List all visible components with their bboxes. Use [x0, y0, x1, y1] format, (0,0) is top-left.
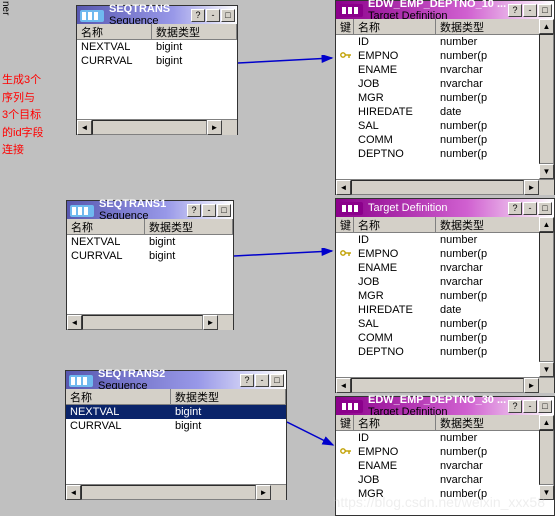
- scroll-down-icon: ▼: [539, 164, 554, 179]
- help-button[interactable]: ?: [187, 204, 201, 217]
- minimize-button[interactable]: -: [255, 374, 269, 387]
- table-row[interactable]: EMPNOnumber(p: [336, 445, 554, 459]
- table-body[interactable]: NEXTVALbigint CURRVALbigint: [67, 235, 233, 263]
- table-row[interactable]: IDnumber: [336, 431, 554, 445]
- table-body[interactable]: IDnumberEMPNOnumber(pENAMEnvarcharJOBnva…: [336, 35, 554, 161]
- v-scrollbar[interactable]: ▲▼: [539, 19, 554, 179]
- sequence-window-0[interactable]: SEQTRANSSequence ?-□ 名称数据类型 NEXTVALbigin…: [76, 5, 238, 135]
- table-body[interactable]: IDnumberEMPNOnumber(pENAMEnvarcharJOBnva…: [336, 233, 554, 359]
- help-button[interactable]: ?: [191, 9, 205, 22]
- scroll-left-icon: ◄: [77, 120, 92, 135]
- table-row[interactable]: IDnumber: [336, 233, 554, 247]
- window-title: EDW_EMP_DEPTNO_30 ...: [368, 394, 506, 406]
- table-row[interactable]: MGRnumber(p: [336, 91, 554, 105]
- close-button[interactable]: □: [270, 374, 284, 387]
- table-body[interactable]: NEXTVALbigint CURRVALbigint: [77, 40, 237, 68]
- partial-edge-label: ner: [0, 1, 11, 15]
- target-icon: [338, 200, 364, 216]
- v-scrollbar[interactable]: ▲▼: [539, 217, 554, 377]
- h-scrollbar[interactable]: ◄►: [336, 179, 554, 194]
- connector-arrow-2: [287, 420, 339, 450]
- minimize-button[interactable]: -: [523, 400, 537, 413]
- minimize-button[interactable]: -: [202, 204, 216, 217]
- sequence-icon: [68, 372, 94, 388]
- table-row[interactable]: JOBnvarchar: [336, 77, 554, 91]
- table-row[interactable]: EMPNOnumber(p: [336, 49, 554, 63]
- titlebar[interactable]: SEQTRANS1Sequence ?-□: [67, 201, 233, 219]
- table-body[interactable]: NEXTVALbigint CURRVALbigint: [66, 405, 286, 433]
- close-button[interactable]: □: [221, 9, 235, 22]
- table-row[interactable]: HIREDATEdate: [336, 303, 554, 317]
- table-row[interactable]: DEPTNOnumber(p: [336, 147, 554, 161]
- h-scrollbar[interactable]: ◄►: [66, 484, 286, 499]
- table-row[interactable]: COMMnumber(p: [336, 331, 554, 345]
- h-scrollbar[interactable]: ◄►: [77, 119, 237, 134]
- window-title: SEQTRANS2: [98, 368, 165, 380]
- table-row[interactable]: HIREDATEdate: [336, 105, 554, 119]
- help-button[interactable]: ?: [240, 374, 254, 387]
- table-row: NEXTVALbigint: [77, 40, 237, 54]
- sequence-icon: [79, 7, 105, 23]
- table-row[interactable]: DEPTNOnumber(p: [336, 345, 554, 359]
- table-body[interactable]: IDnumberEMPNOnumber(pENAMEnvarcharJOBnva…: [336, 431, 554, 501]
- help-button[interactable]: ?: [508, 400, 522, 413]
- sequence-window-2[interactable]: SEQTRANS2Sequence ?-□ 名称数据类型 NEXTVALbigi…: [65, 370, 287, 500]
- window-title: EDW_EMP_DEPTNO_10 ...: [368, 0, 506, 10]
- close-button[interactable]: □: [538, 202, 552, 215]
- close-button[interactable]: □: [217, 204, 231, 217]
- titlebar[interactable]: Target Definition ?-□: [336, 199, 554, 217]
- table-row[interactable]: EMPNOnumber(p: [336, 247, 554, 261]
- sequence-window-1[interactable]: SEQTRANS1Sequence ?-□ 名称数据类型 NEXTVALbigi…: [66, 200, 234, 330]
- key-icon: [340, 50, 352, 60]
- window-title: SEQTRANS1: [99, 198, 166, 210]
- connector-arrow-0: [238, 55, 338, 75]
- target-window-1[interactable]: Target Definition ?-□ 键名称数据类型 IDnumberEM…: [335, 198, 555, 393]
- table-row[interactable]: MGRnumber(p: [336, 289, 554, 303]
- connector-arrow-1: [234, 248, 338, 268]
- key-icon: [340, 446, 352, 456]
- table-row[interactable]: ENAMEnvarchar: [336, 459, 554, 473]
- column-headers: 名称数据类型: [77, 24, 237, 40]
- key-icon: [340, 248, 352, 258]
- h-scrollbar[interactable]: ◄►: [67, 314, 233, 329]
- table-row[interactable]: ENAMEnvarchar: [336, 63, 554, 77]
- minimize-button[interactable]: -: [523, 4, 537, 17]
- table-row[interactable]: JOBnvarchar: [336, 275, 554, 289]
- table-row[interactable]: COMMnumber(p: [336, 133, 554, 147]
- titlebar[interactable]: EDW_EMP_DEPTNO_30 ...Target Definition ?…: [336, 397, 554, 415]
- h-scrollbar[interactable]: ◄►: [336, 377, 554, 392]
- minimize-button[interactable]: -: [206, 9, 220, 22]
- window-title: SEQTRANS: [109, 3, 170, 15]
- table-row: CURRVALbigint: [77, 54, 237, 68]
- table-row-selected: NEXTVALbigint: [66, 405, 286, 419]
- table-row[interactable]: SALnumber(p: [336, 317, 554, 331]
- target-window-0[interactable]: EDW_EMP_DEPTNO_10 ...Target Definition ?…: [335, 0, 555, 195]
- table-row[interactable]: ENAMEnvarchar: [336, 261, 554, 275]
- table-row[interactable]: JOBnvarchar: [336, 473, 554, 487]
- scroll-right-icon: ►: [207, 120, 222, 135]
- help-button[interactable]: ?: [508, 202, 522, 215]
- close-button[interactable]: □: [538, 4, 552, 17]
- minimize-button[interactable]: -: [523, 202, 537, 215]
- close-button[interactable]: □: [538, 400, 552, 413]
- v-scrollbar[interactable]: ▲▼: [539, 415, 554, 500]
- window-subtitle: Target Definition: [368, 202, 448, 214]
- table-row[interactable]: SALnumber(p: [336, 119, 554, 133]
- scroll-up-icon: ▲: [539, 19, 554, 34]
- help-button[interactable]: ?: [508, 4, 522, 17]
- target-icon: [338, 398, 364, 414]
- titlebar[interactable]: SEQTRANS2Sequence ?-□: [66, 371, 286, 389]
- titlebar[interactable]: EDW_EMP_DEPTNO_10 ...Target Definition ?…: [336, 1, 554, 19]
- table-row[interactable]: IDnumber: [336, 35, 554, 49]
- sequence-icon: [69, 202, 95, 218]
- titlebar[interactable]: SEQTRANSSequence ?-□: [77, 6, 237, 24]
- watermark: https://blog.csdn.net/weixin_xxx58: [333, 494, 545, 510]
- target-icon: [338, 2, 364, 18]
- annotation-text: 生成3个序列与3个目标的id字段连接: [2, 72, 44, 160]
